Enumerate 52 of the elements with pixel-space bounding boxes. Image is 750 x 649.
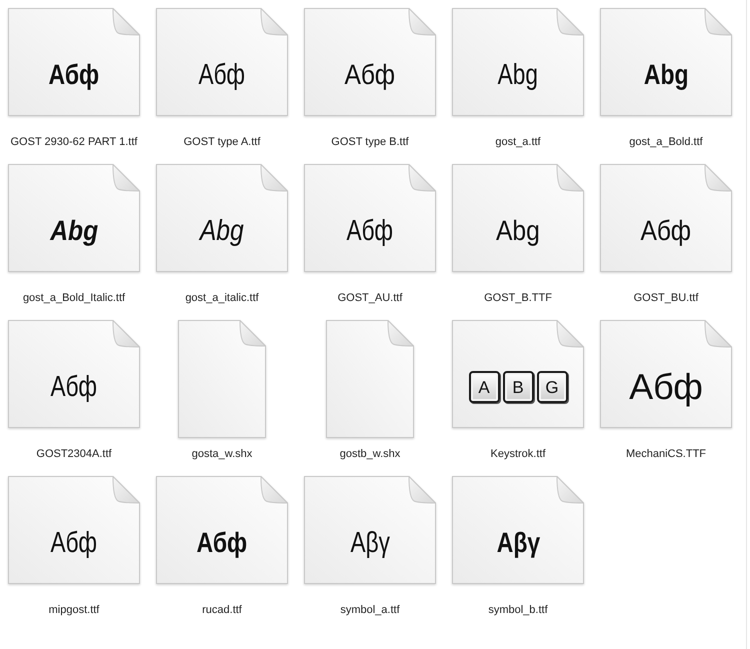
font-preview: Abg: [644, 61, 688, 89]
font-preview: Abg: [496, 217, 540, 245]
document-page-icon[interactable]: [8, 476, 140, 584]
file-name[interactable]: gost_a_Bold.ttf: [629, 135, 703, 149]
file-name[interactable]: MechaniCS.TTF: [626, 447, 706, 461]
document-page-icon[interactable]: [600, 320, 732, 428]
font-preview: Абф: [48, 61, 100, 89]
file-name[interactable]: gost_a.ttf: [495, 135, 541, 149]
keycap: G: [536, 371, 568, 403]
file-name[interactable]: GOST 2930-62 PART 1.ttf: [10, 135, 138, 149]
font-preview: Абф: [198, 60, 246, 90]
font-preview: Αβγ: [350, 528, 390, 558]
document-page-icon[interactable]: [452, 164, 584, 272]
file-name[interactable]: gost_a_italic.ttf: [185, 291, 259, 305]
font-preview: Абф: [629, 369, 703, 405]
document-page-icon[interactable]: [156, 164, 288, 272]
file-name[interactable]: gosta_w.shx: [192, 447, 252, 461]
document-page-icon[interactable]: [156, 476, 288, 584]
document-page-icon[interactable]: [156, 8, 288, 116]
file-name[interactable]: gost_a_Bold_Italic.ttf: [22, 291, 126, 305]
document-page-icon[interactable]: [304, 164, 436, 272]
file-name[interactable]: mipgost.ttf: [48, 603, 100, 617]
font-preview: Абф: [196, 529, 248, 557]
font-preview: Абф: [344, 61, 396, 89]
file-name[interactable]: GOST type B.ttf: [331, 135, 409, 149]
file-name[interactable]: GOST_AU.ttf: [338, 291, 402, 305]
file-name[interactable]: GOST2304A.ttf: [36, 447, 112, 461]
font-preview: Абф: [346, 216, 394, 246]
font-preview: Абф: [50, 528, 98, 558]
file-name[interactable]: GOST_BU.ttf: [634, 291, 698, 305]
document-page-icon[interactable]: [304, 8, 436, 116]
file-name[interactable]: gostb_w.shx: [340, 447, 400, 461]
file-name[interactable]: rucad.ttf: [202, 603, 242, 617]
document-page-icon[interactable]: [600, 164, 732, 272]
font-preview: Abg: [200, 216, 244, 246]
document-page-icon[interactable]: [8, 8, 140, 116]
font-preview: Абф: [50, 372, 98, 402]
document-page-icon[interactable]: [8, 320, 140, 428]
file-name[interactable]: symbol_a.ttf: [340, 603, 400, 617]
document-page-icon[interactable]: [8, 164, 140, 272]
font-preview: Абф: [640, 217, 692, 245]
file-name[interactable]: GOST type A.ttf: [184, 135, 260, 149]
keycap: B: [502, 371, 534, 403]
font-preview: Abg: [498, 60, 538, 90]
file-name[interactable]: symbol_b.ttf: [488, 603, 548, 617]
document-page-icon[interactable]: [600, 8, 732, 116]
document-page-icon[interactable]: [452, 476, 584, 584]
keycap: A: [468, 371, 500, 403]
file-name[interactable]: GOST_B.TTF: [484, 291, 552, 305]
font-preview: Αβγ: [496, 529, 540, 557]
font-preview: Abg: [50, 217, 98, 245]
file-name[interactable]: Keystrok.ttf: [490, 447, 546, 461]
